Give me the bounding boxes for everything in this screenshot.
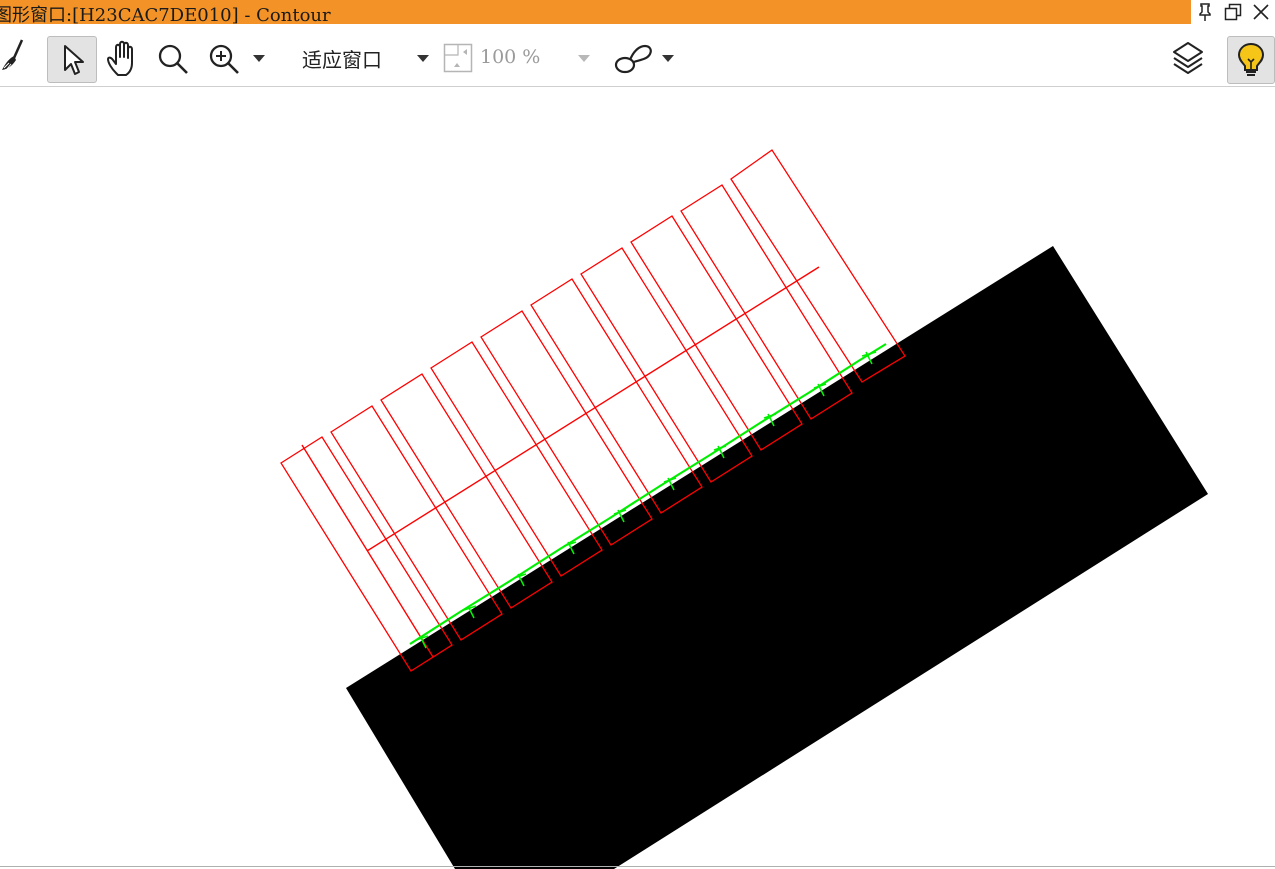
zoom-percent-chevron-down-icon[interactable] <box>578 55 590 62</box>
layers-icon[interactable] <box>1168 38 1208 78</box>
pointer-tool-button[interactable] <box>47 36 97 83</box>
window-controls <box>1191 0 1275 24</box>
shape-chevron-down-icon[interactable] <box>662 55 674 62</box>
toolbar: 适应窗口 100 % <box>0 24 1275 87</box>
close-icon[interactable] <box>1249 0 1273 24</box>
lightbulb-icon <box>1237 42 1265 76</box>
zoom-in-icon[interactable] <box>203 36 245 81</box>
lightbulb-button[interactable] <box>1227 36 1275 84</box>
search-icon[interactable] <box>152 36 194 81</box>
pin-icon[interactable] <box>1193 0 1217 24</box>
shape-icon[interactable] <box>612 38 656 78</box>
restore-icon[interactable] <box>1221 0 1245 24</box>
fit-window-icon <box>442 42 474 74</box>
zoom-fit-label[interactable]: 适应窗口 <box>302 44 382 73</box>
title-bar: 图形窗口:[H23CAC7DE010] - Contour <box>0 0 1275 26</box>
zoom-percent-field[interactable]: 100 % <box>480 46 540 68</box>
status-divider <box>0 866 1275 867</box>
image-canvas[interactable] <box>0 87 1275 869</box>
zoom-fit-chevron-down-icon[interactable] <box>417 55 429 62</box>
zoom-dropdown-chevron-down-icon[interactable] <box>253 55 265 62</box>
brush-icon[interactable] <box>0 38 28 72</box>
pointer-icon <box>64 44 84 75</box>
dark-object <box>346 246 1208 869</box>
roi-direction-arrow <box>301 444 434 658</box>
hand-icon[interactable] <box>102 36 144 81</box>
